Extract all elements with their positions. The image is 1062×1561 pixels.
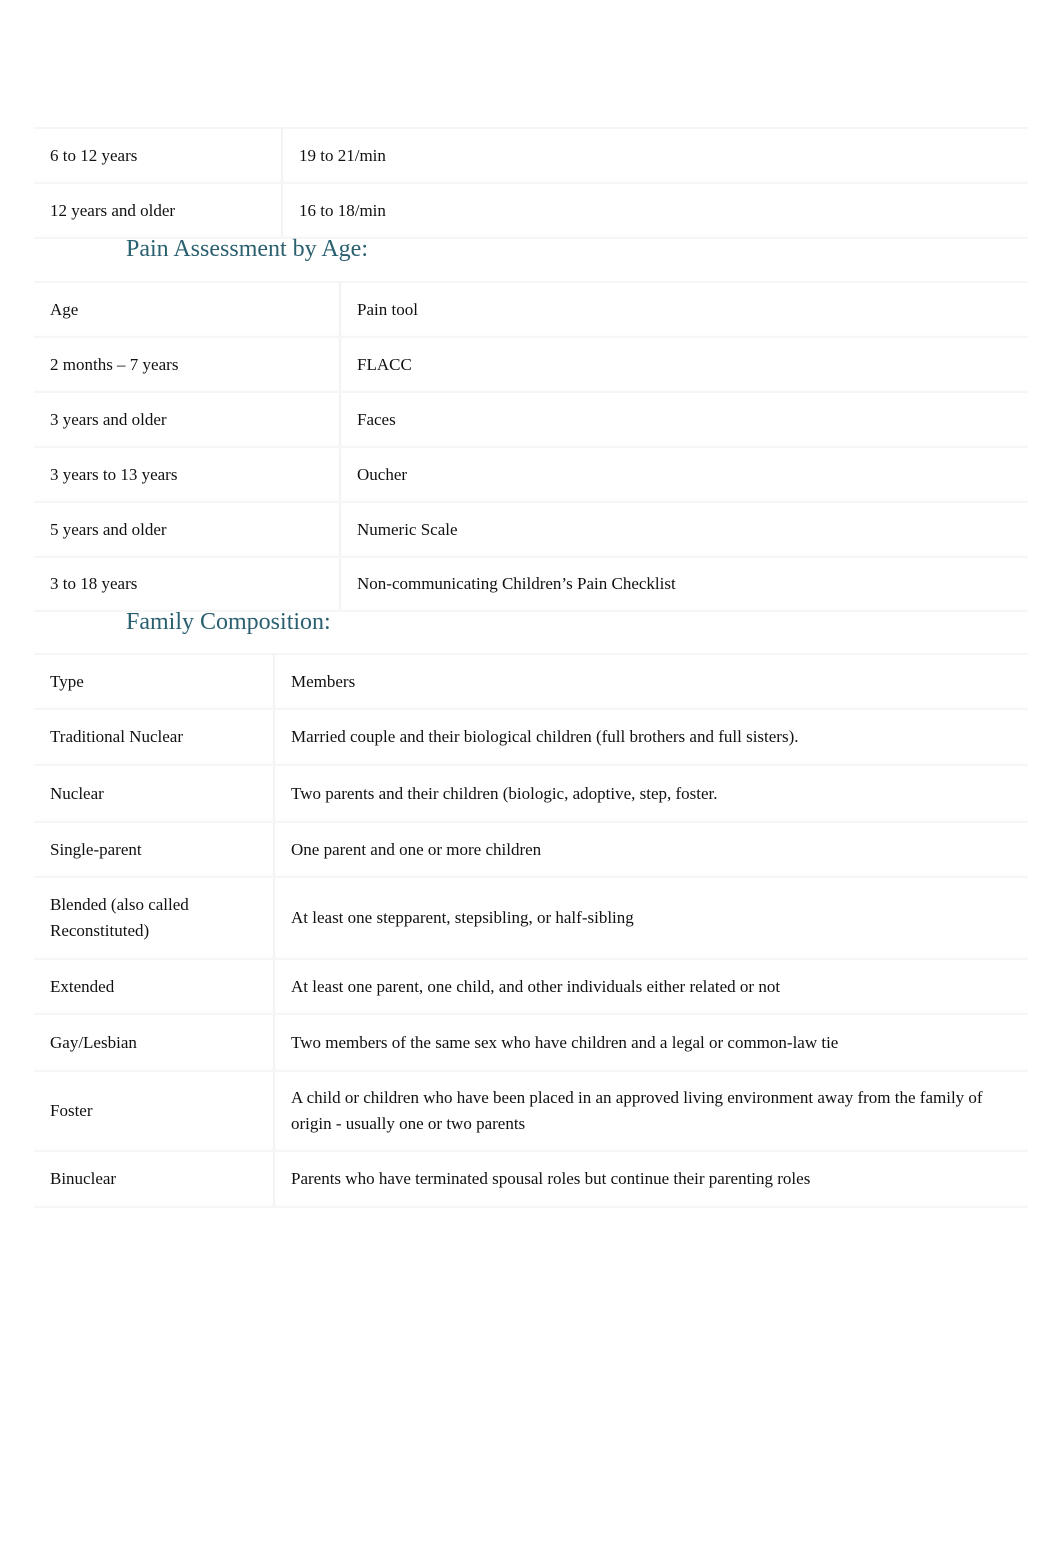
table-row: 5 years and older Numeric Scale	[34, 502, 1028, 558]
tool-cell: Numeric Scale	[340, 502, 1028, 558]
rate-cell: 19 to 21/min	[282, 127, 1028, 184]
table-row: 3 years to 13 years Oucher	[34, 447, 1028, 503]
header-pain-tool: Pain tool	[340, 281, 1028, 338]
age-cell: 2 months – 7 years	[34, 337, 341, 393]
table-row: Single-parent One parent and one or more…	[34, 822, 1028, 878]
table-header-row: Type Members	[34, 653, 1028, 710]
type-cell: Extended	[34, 959, 275, 1015]
age-cell: 3 years to 13 years	[34, 447, 341, 503]
members-cell: Two members of the same sex who have chi…	[274, 1014, 1028, 1072]
table-row: Gay/Lesbian Two members of the same sex …	[34, 1014, 1028, 1072]
table-row: 6 to 12 years 19 to 21/min	[34, 127, 1028, 184]
tool-cell: Faces	[340, 392, 1028, 448]
members-cell: A child or children who have been placed…	[274, 1071, 1028, 1152]
table-row: 2 months – 7 years FLACC	[34, 337, 1028, 393]
age-cell: 5 years and older	[34, 502, 341, 558]
type-cell: Blended (also called Reconstituted)	[34, 877, 275, 960]
age-cell: 12 years and older	[34, 183, 283, 239]
pain-assessment-heading: Pain Assessment by Age:	[126, 236, 369, 262]
type-cell: Gay/Lesbian	[34, 1014, 275, 1072]
header-members: Members	[274, 653, 1028, 710]
members-cell: Married couple and their biological chil…	[274, 709, 1028, 766]
pain-assessment-table: Age Pain tool 2 months – 7 years FLACC 3…	[34, 281, 1028, 612]
tool-cell: Oucher	[340, 447, 1028, 503]
members-cell: At least one stepparent, stepsibling, or…	[274, 877, 1028, 960]
members-cell: One parent and one or more children	[274, 822, 1028, 878]
table-row: Blended (also called Reconstituted) At l…	[34, 877, 1028, 960]
type-cell: Binuclear	[34, 1151, 275, 1208]
members-cell: At least one parent, one child, and othe…	[274, 959, 1028, 1015]
table-header-row: Age Pain tool	[34, 281, 1028, 338]
table-row: Foster A child or children who have been…	[34, 1071, 1028, 1152]
table-row: 12 years and older 16 to 18/min	[34, 183, 1028, 239]
table-row: Nuclear Two parents and their children (…	[34, 765, 1028, 823]
type-cell: Nuclear	[34, 765, 275, 823]
rate-cell: 16 to 18/min	[282, 183, 1028, 239]
age-cell: 3 years and older	[34, 392, 341, 448]
table-row: Binuclear Parents who have terminated sp…	[34, 1151, 1028, 1208]
members-cell: Two parents and their children (biologic…	[274, 765, 1028, 823]
age-cell: 3 to 18 years	[34, 557, 341, 612]
age-cell: 6 to 12 years	[34, 127, 283, 184]
type-cell: Traditional Nuclear	[34, 709, 275, 766]
family-composition-table: Type Members Traditional Nuclear Married…	[34, 653, 1028, 1208]
header-age: Age	[34, 281, 341, 338]
table-row: Traditional Nuclear Married couple and t…	[34, 709, 1028, 766]
type-cell: Single-parent	[34, 822, 275, 878]
type-cell: Foster	[34, 1071, 275, 1152]
table-row: Extended At least one parent, one child,…	[34, 959, 1028, 1015]
family-composition-heading: Family Composition:	[126, 609, 331, 635]
tool-cell: Non-communicating Children’s Pain Checkl…	[340, 557, 1028, 612]
table-row: 3 to 18 years Non-communicating Children…	[34, 557, 1028, 612]
header-type: Type	[34, 653, 275, 710]
tool-cell: FLACC	[340, 337, 1028, 393]
table-row: 3 years and older Faces	[34, 392, 1028, 448]
respiratory-rate-table: 6 to 12 years 19 to 21/min 12 years and …	[34, 127, 1028, 239]
members-cell: Parents who have terminated spousal role…	[274, 1151, 1028, 1208]
